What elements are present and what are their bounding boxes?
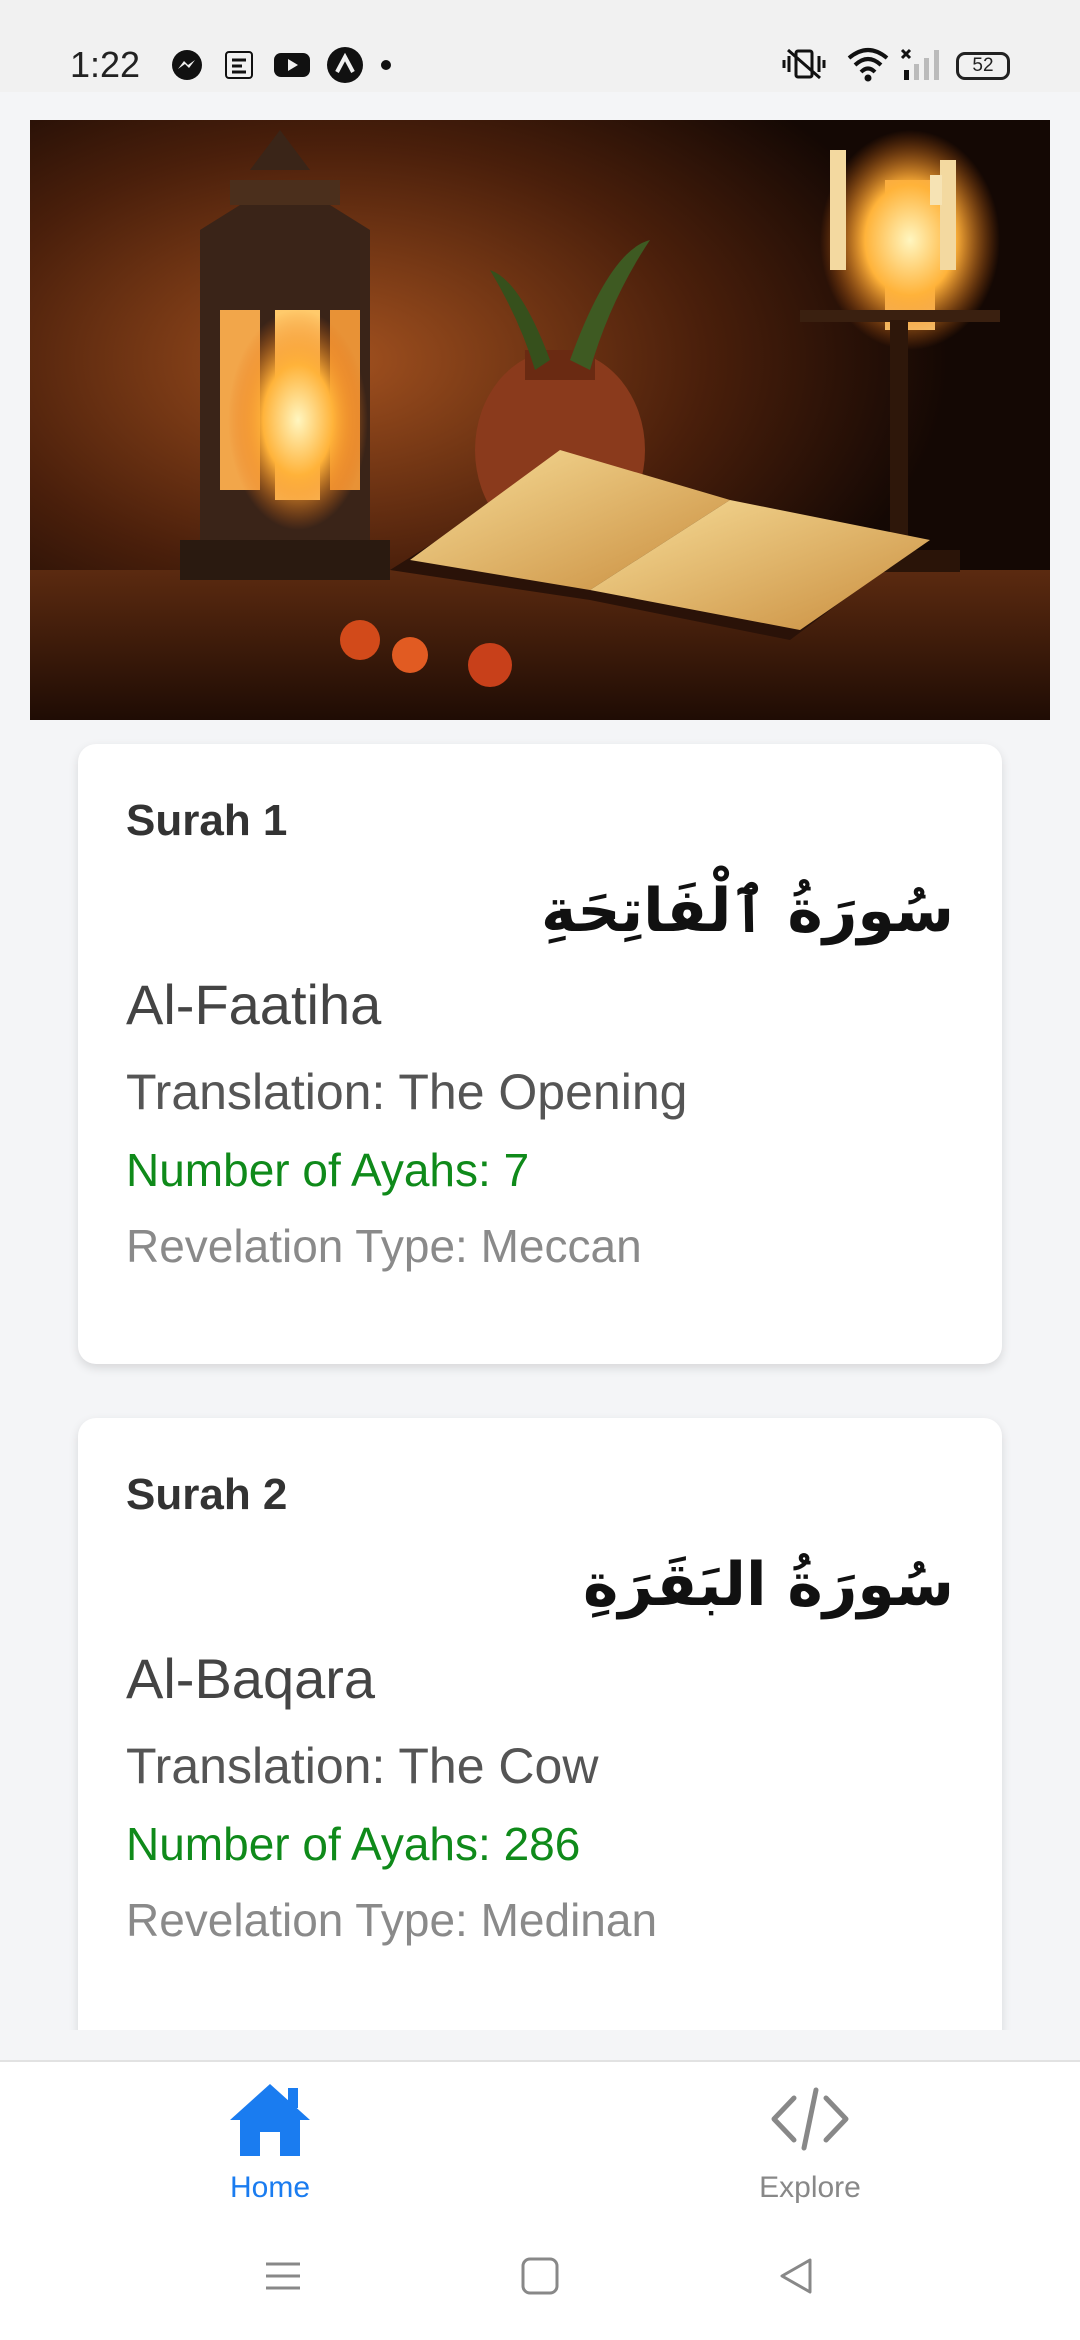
wifi-icon [847,48,889,82]
nav-explore-tab[interactable]: Explore [700,2080,920,2205]
menu-icon[interactable] [262,2256,304,2296]
hero-image [30,120,1050,720]
dot-icon [381,60,391,70]
nav-home-label: Home [229,2171,311,2204]
surah-name: Al-Faatiha [126,973,382,1036]
surah-list[interactable]: Surah 1 سُورَةُ ٱلْفَاتِحَةِ Al-Faatiha … [0,720,1080,2030]
system-nav-bar [0,2220,1080,2340]
battery-icon: 52 [956,52,1010,80]
surah-revelation-type: Revelation Type: Meccan [126,1220,642,1272]
surah-ayah-count: Number of Ayahs: 286 [126,1818,581,1870]
home-button-icon[interactable] [520,2256,560,2296]
surah-arabic-name: سُورَةُ ٱلْفَاتِحَةِ [540,876,954,946]
surah-ayah-count: Number of Ayahs: 7 [126,1144,530,1196]
lantern-candles-quran-photo [30,120,1050,720]
vibrate-mute-icon [782,48,826,80]
messenger-icon [172,50,202,80]
surah-card[interactable]: Surah 2 سُورَةُ البَقَرَةِ Al-Baqara Tra… [78,1418,1002,2030]
surah-card[interactable]: Surah 1 سُورَةُ ٱلْفَاتِحَةِ Al-Faatiha … [78,744,1002,1364]
quran-app-icon [225,51,253,79]
surah-number: Surah 2 [126,1470,288,1519]
surah-translation: Translation: The Cow [126,1738,599,1794]
surah-arabic-name: سُورَةُ البَقَرَةِ [583,1550,954,1620]
surah-name: Al-Baqara [126,1647,376,1710]
signal-icon [900,48,939,80]
youtube-icon [274,53,310,77]
code-icon [771,2087,849,2151]
status-bar: 1:22 52 [0,0,1080,92]
surah-number: Surah 1 [126,796,288,845]
bottom-nav: Home Explore [0,2060,1080,2220]
surah-revelation-type: Revelation Type: Medinan [126,1894,658,1946]
surah-translation: Translation: The Opening [126,1064,688,1120]
status-time: 1:22 [70,44,141,85]
vpn-icon [327,47,363,83]
home-icon [230,2084,310,2156]
nav-explore-label: Explore [759,2171,861,2204]
back-icon[interactable] [776,2256,816,2296]
nav-home-tab[interactable]: Home [160,2080,380,2205]
